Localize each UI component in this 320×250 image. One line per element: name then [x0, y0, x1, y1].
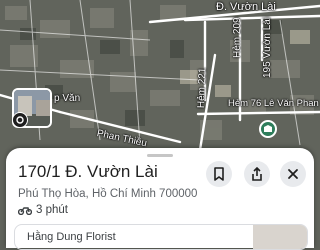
street-label-hem-209: Hẻm 209 — [232, 17, 243, 58]
place-marker-icon[interactable] — [259, 120, 277, 138]
nearby-place-name: Hằng Dung Florist — [27, 231, 116, 243]
street-label-p-van: p Văn — [54, 93, 81, 104]
place-sheet[interactable]: 170/1 Đ. Vườn Lài Phú Thọ Hòa, Hồ Chí Mi… — [6, 148, 314, 250]
save-button[interactable] — [206, 161, 232, 187]
share-icon — [252, 167, 262, 181]
street-label-vuon-lai: Đ. Vườn Lài — [216, 1, 276, 13]
close-button[interactable] — [280, 161, 306, 187]
street-label-hem-221: Hẻm 221 — [196, 67, 209, 109]
travel-time-label: 3 phút — [36, 204, 68, 216]
street-label-hem-76: Hẻm 76 Lê Văn Phan H — [228, 98, 320, 109]
travel-time: 3 phút — [18, 204, 68, 216]
bookmark-icon — [214, 167, 224, 181]
drag-handle[interactable] — [147, 154, 173, 157]
place-address: Phú Thọ Hòa, Hồ Chí Minh 700000 — [18, 188, 198, 200]
street-label-195-vuon-lai: 195 Vườn Lài — [262, 16, 273, 78]
share-button[interactable] — [244, 161, 270, 187]
street-view-icon[interactable] — [12, 112, 28, 128]
motorbike-icon — [18, 207, 32, 215]
close-icon — [288, 169, 298, 179]
nearby-place-image — [253, 225, 307, 249]
nearby-place-card[interactable]: Hằng Dung Florist — [14, 224, 308, 250]
place-title: 170/1 Đ. Vườn Lài — [18, 162, 158, 181]
